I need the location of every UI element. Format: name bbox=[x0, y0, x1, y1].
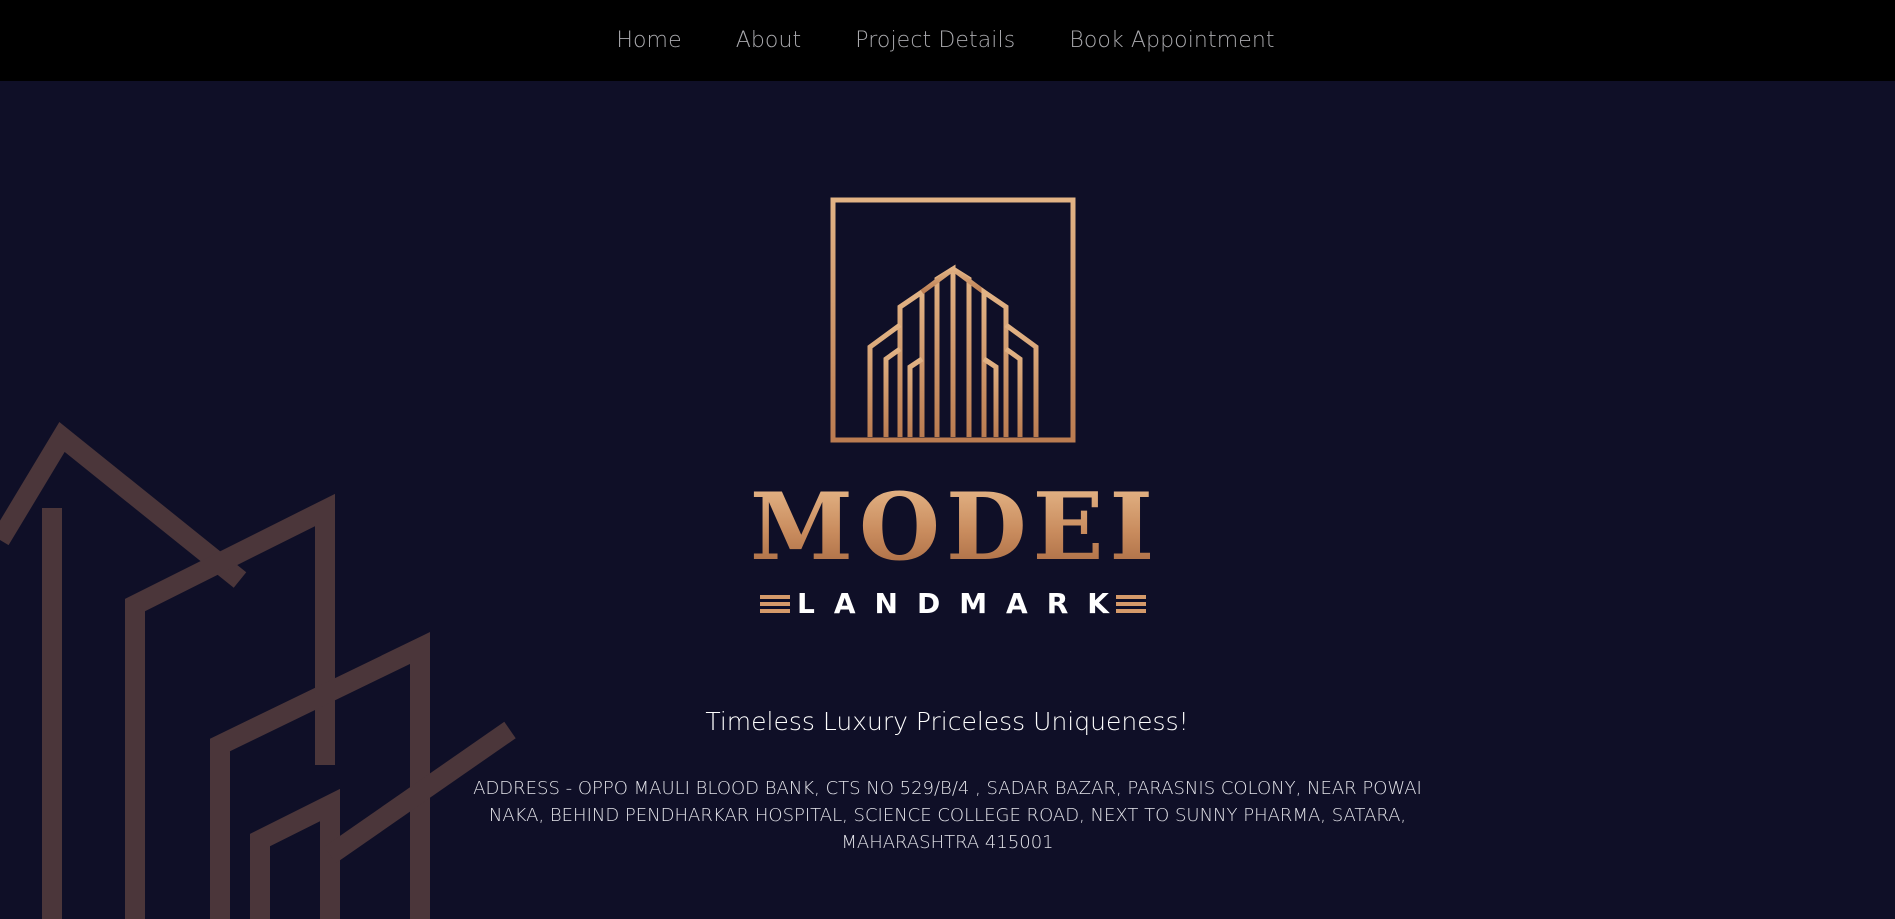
right-stripes-decoration bbox=[1115, 595, 1146, 613]
brand-subtitle-row: LANDMARK bbox=[760, 589, 1146, 619]
background-building-art bbox=[0, 422, 516, 919]
nav-project-details-link[interactable]: Project Details bbox=[828, 28, 1042, 53]
nav-about-link[interactable]: About bbox=[709, 28, 829, 53]
hero-tagline: Timeless Luxury Priceless Uniqueness! bbox=[705, 707, 1189, 736]
nav-home-link[interactable]: Home bbox=[589, 28, 708, 53]
nav-book-appointment-link[interactable]: Book Appointment bbox=[1042, 28, 1301, 53]
hero-address: ADDRESS - OPPO MAULI BLOOD BANK, CTS NO … bbox=[473, 778, 1422, 853]
brand-name: MODEL bbox=[750, 472, 1181, 581]
nav-links: Home About Project Details Book Appointm… bbox=[589, 28, 1301, 53]
left-stripes-decoration bbox=[760, 595, 790, 613]
brand-subtitle: LANDMARK bbox=[797, 587, 1128, 620]
top-navbar: Home About Project Details Book Appointm… bbox=[0, 0, 1895, 81]
model-landmark-logo-icon bbox=[830, 197, 1076, 443]
